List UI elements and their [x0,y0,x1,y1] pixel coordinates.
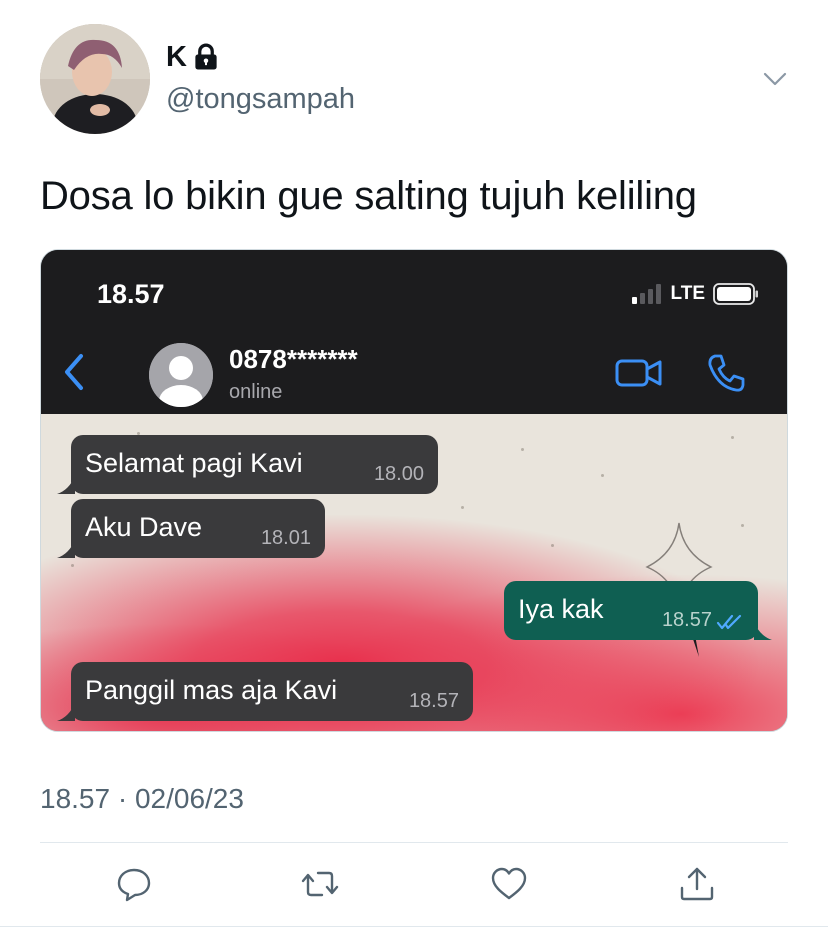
wallpaper-speck [741,524,744,527]
chat-header: 18.57 LTE 0878******* online [41,250,787,414]
read-receipt-icon [716,614,742,630]
status-bar-indicators: LTE [631,283,759,305]
message-bubble-incoming[interactable]: Aku Dave 18.01 [57,499,325,558]
user-handle[interactable]: @tongsampah [166,82,355,116]
bubble-tail [57,703,75,721]
profile-avatar[interactable] [40,24,150,134]
bubble-tail [754,622,772,640]
default-user-icon [149,343,213,407]
message-time: 18.00 [373,463,424,485]
back-arrow-icon[interactable] [59,350,89,394]
phone-call-icon[interactable] [705,352,747,394]
message-time: 18.57 [661,609,712,631]
chevron-down-icon[interactable] [760,64,790,94]
wallpaper-speck [71,564,74,567]
display-name[interactable]: K [166,40,221,74]
share-icon[interactable] [677,864,717,904]
wallpaper-speck [731,436,734,439]
video-call-icon[interactable] [615,355,663,391]
message-text: Selamat pagi Kavi [85,448,303,478]
display-name-text: K [166,41,187,73]
tweet-timestamp[interactable]: 18.57 · 02/06/23 [40,782,244,816]
wallpaper-speck [521,448,524,451]
bubble-tail [57,540,75,558]
wallpaper-speck [551,544,554,547]
message-bubble-outgoing[interactable]: Iya kak 18.57 [504,581,772,640]
lock-icon [195,43,217,70]
contact-status: online [229,381,283,403]
divider [40,842,788,843]
network-type: LTE [670,283,705,304]
wallpaper-speck [461,506,464,509]
message-bubble-incoming[interactable]: Panggil mas aja Kavi 18.57 [57,662,473,721]
tweet-text: Dosa lo bikin gue salting tujuh keliling [40,174,697,218]
wallpaper-speck [601,474,604,477]
status-bar-time: 18.57 [97,279,165,309]
message-text: Panggil mas aja Kavi [85,675,338,705]
contact-avatar[interactable] [149,343,213,407]
profile-photo [40,24,150,134]
battery-icon [713,283,758,305]
contact-name[interactable]: 0878******* [229,343,358,375]
chat-background: Selamat pagi Kavi 18.00 Aku Dave 18.01 I… [41,414,787,731]
reply-icon[interactable] [114,864,154,904]
message-time: 18.01 [260,527,311,549]
tweet-media-image[interactable]: 18.57 LTE 0878******* online Selamat pag… [40,249,788,732]
divider [0,926,828,927]
message-bubble-incoming[interactable]: Selamat pagi Kavi 18.00 [57,435,438,494]
retweet-icon[interactable] [300,864,340,904]
signal-strength-icon [631,284,661,304]
message-time: 18.57 [408,690,459,712]
bubble-tail [57,476,75,494]
heart-icon[interactable] [489,864,529,904]
message-text: Iya kak [518,594,604,624]
message-text: Aku Dave [85,512,203,542]
